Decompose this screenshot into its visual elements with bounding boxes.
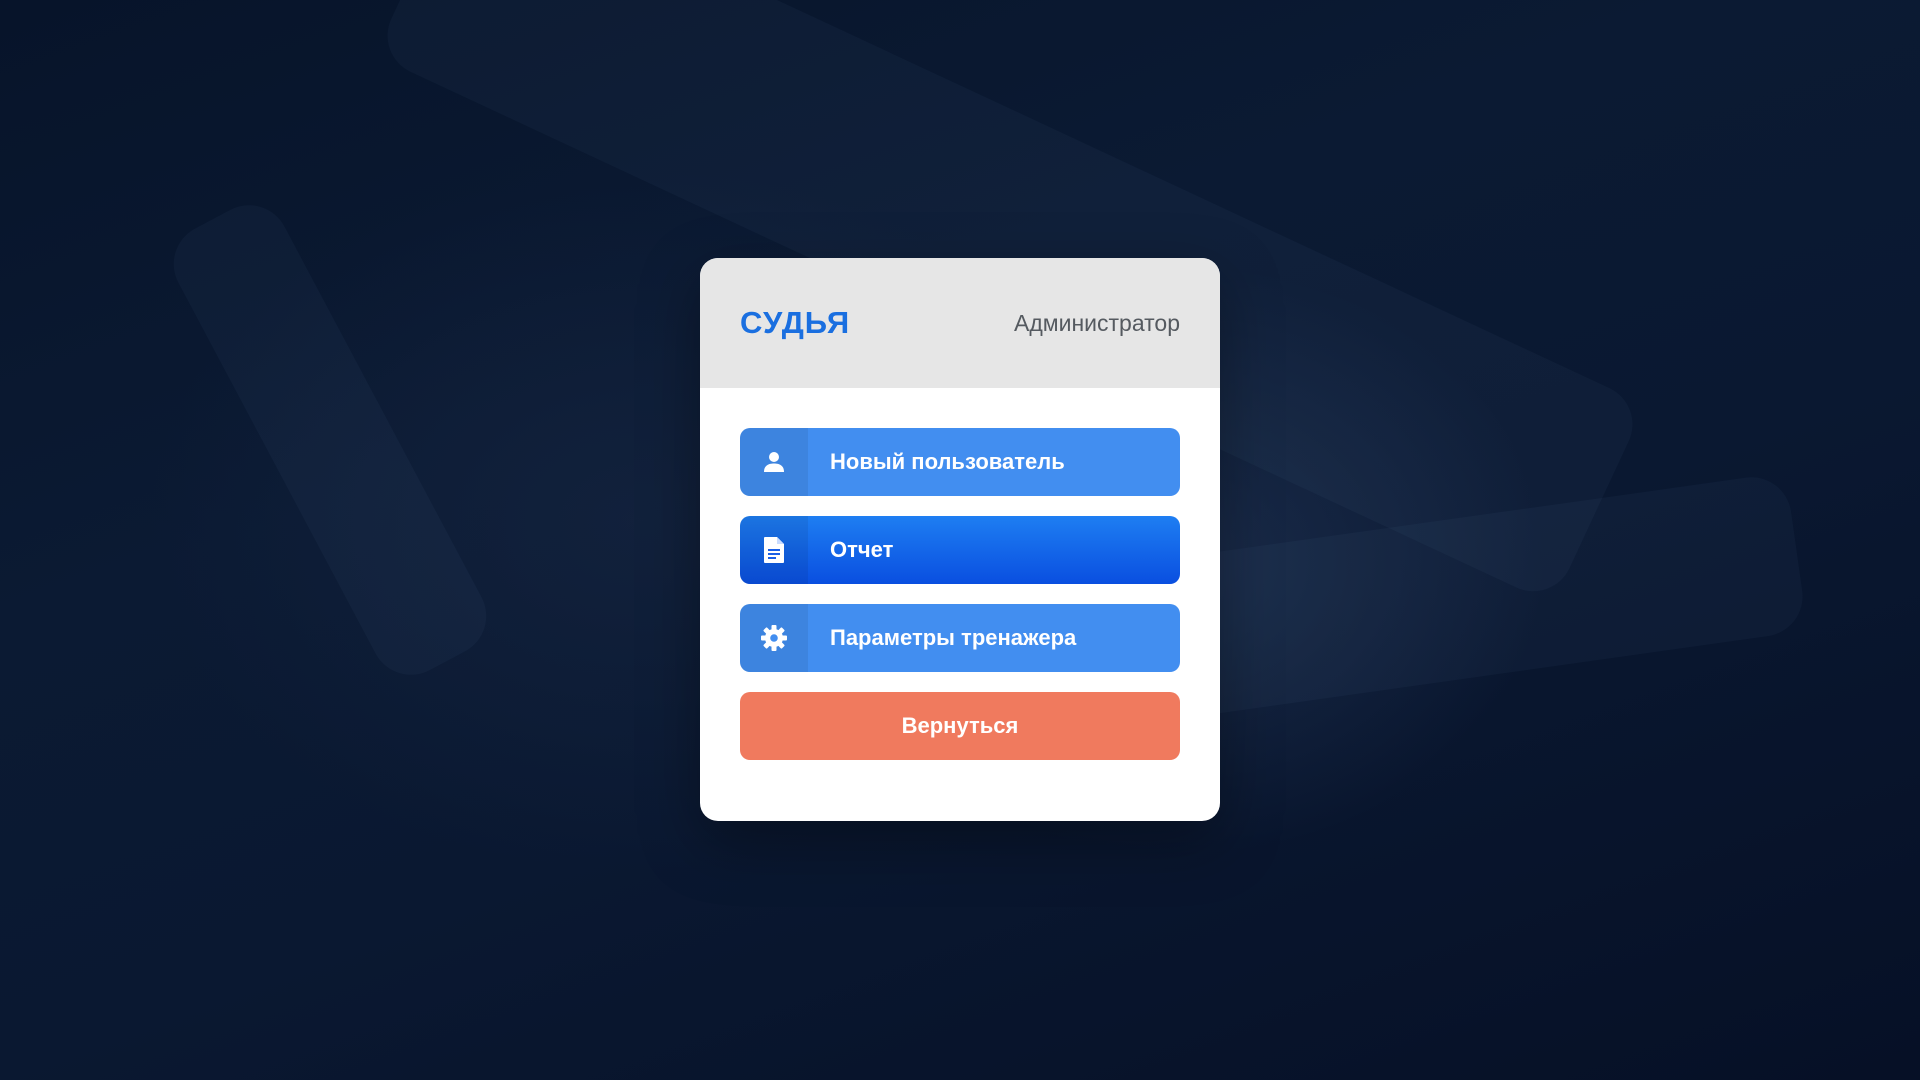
user-icon <box>764 452 784 472</box>
trainer-settings-icon-box <box>740 604 808 672</box>
back-button[interactable]: Вернуться <box>740 692 1180 760</box>
new-user-label: Новый пользователь <box>830 449 1065 474</box>
gear-icon <box>761 625 787 651</box>
menu-card: СУДЬЯ Администратор Новый пользователь О… <box>700 258 1220 821</box>
trainer-settings-button[interactable]: Параметры тренажера <box>740 604 1180 672</box>
document-icon <box>764 537 784 563</box>
background-shape <box>159 191 501 689</box>
new-user-button[interactable]: Новый пользователь <box>740 428 1180 496</box>
trainer-settings-label: Параметры тренажера <box>830 625 1077 650</box>
app-title: СУДЬЯ <box>740 305 851 340</box>
report-button[interactable]: Отчет <box>740 516 1180 584</box>
new-user-icon-box <box>740 428 808 496</box>
report-icon-box <box>740 516 808 584</box>
user-role: Администратор <box>1014 309 1180 336</box>
report-label: Отчет <box>830 537 894 562</box>
card-header: СУДЬЯ Администратор <box>700 258 1220 388</box>
card-body: Новый пользователь Отчет Параметры трена… <box>700 388 1220 760</box>
